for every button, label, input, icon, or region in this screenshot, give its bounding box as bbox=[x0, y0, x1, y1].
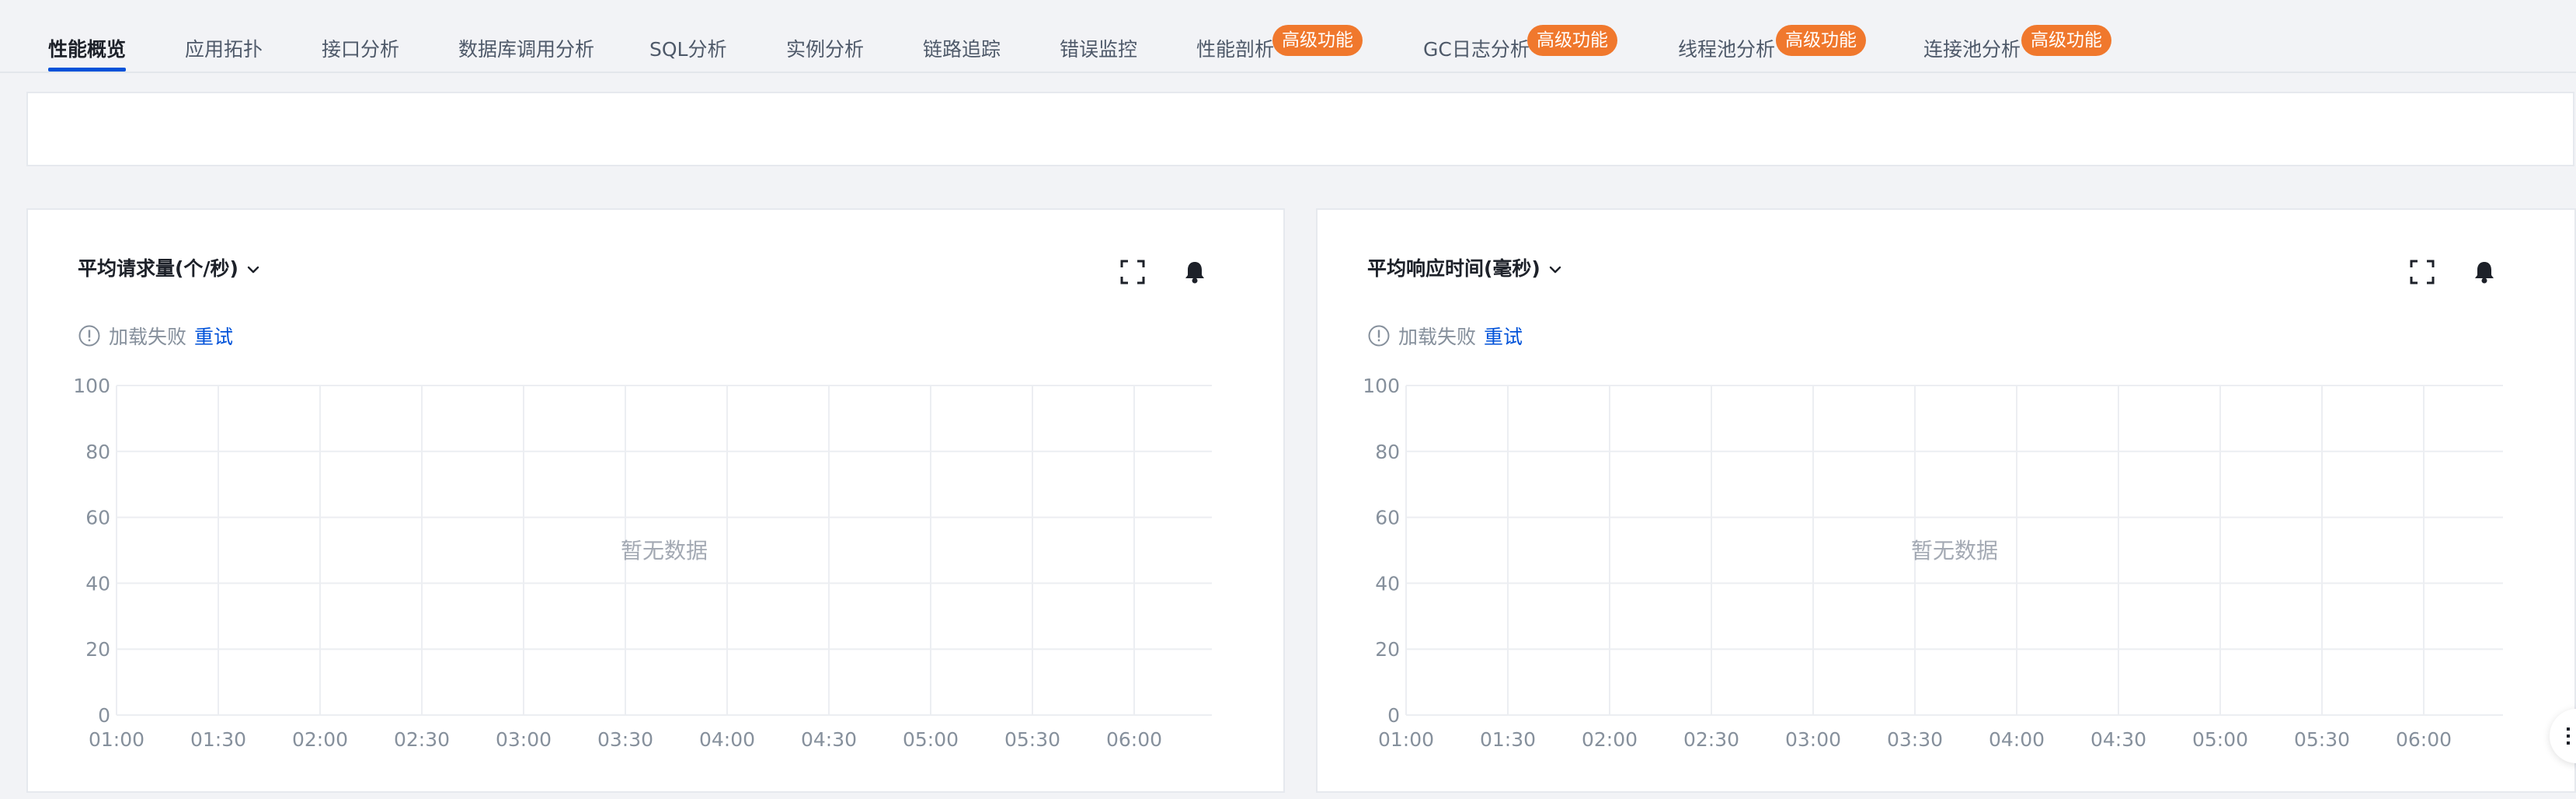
tab-connection-pool-analysis[interactable]: 连接池分析 bbox=[1923, 34, 2021, 65]
chevron-down-icon bbox=[246, 259, 260, 281]
tab-instance-analysis[interactable]: 实例分析 bbox=[786, 34, 864, 65]
x-tick-label: 06:00 bbox=[2396, 728, 2452, 751]
y-tick-label: 20 bbox=[1375, 638, 1400, 661]
x-tick-label: 01:00 bbox=[1378, 728, 1434, 751]
x-tick-label: 06:00 bbox=[1106, 728, 1162, 751]
request-rate-chart: 0 20 40 60 80 100 01:00 01:30 02:00 02:30 03:00 03:… bbox=[73, 375, 1212, 751]
x-tick-label: 05:00 bbox=[903, 728, 959, 751]
premium-badge: 高级功能 bbox=[1527, 25, 1617, 56]
y-tick-label: 60 bbox=[85, 507, 110, 529]
x-tick-label: 02:00 bbox=[1582, 728, 1638, 751]
x-tick-label: 04:30 bbox=[801, 728, 857, 751]
bell-icon bbox=[1185, 262, 1204, 284]
empty-state-text: 暂无数据 bbox=[1911, 538, 1998, 563]
x-tick-label: 02:30 bbox=[394, 728, 450, 751]
fullscreen-button[interactable] bbox=[2407, 256, 2438, 288]
chart-title-dropdown[interactable]: 平均请求量(个/秒) bbox=[78, 253, 260, 281]
tab-sql-analysis[interactable]: SQL分析 bbox=[649, 34, 726, 65]
x-tick-label: 05:30 bbox=[2294, 728, 2350, 751]
tab-bar: 性能概览 应用拓扑 接口分析 数据库调用分析 SQL分析 实例分析 链路追踪 错… bbox=[0, 0, 2576, 73]
info-circle-icon bbox=[1367, 324, 1391, 352]
x-tick-label: 01:00 bbox=[89, 728, 144, 751]
tab-interface-analysis[interactable]: 接口分析 bbox=[322, 34, 399, 65]
x-tick-label: 01:30 bbox=[1480, 728, 1536, 751]
x-tick-label: 01:30 bbox=[190, 728, 246, 751]
y-tick-label: 60 bbox=[1375, 507, 1400, 529]
chart-title: 平均响应时间(毫秒) bbox=[1367, 257, 1540, 280]
x-tick-label: 04:00 bbox=[699, 728, 755, 751]
bell-icon bbox=[2475, 262, 2494, 284]
retry-link[interactable]: 重试 bbox=[194, 326, 233, 348]
retry-link[interactable]: 重试 bbox=[1484, 326, 1523, 348]
floating-tool-button[interactable] bbox=[2550, 709, 2576, 763]
premium-badge: 高级功能 bbox=[1776, 25, 1866, 56]
fullscreen-icon bbox=[1120, 260, 1145, 284]
x-tick-label: 04:00 bbox=[1989, 728, 2045, 751]
premium-badge: 高级功能 bbox=[2021, 25, 2111, 56]
x-tick-label: 03:30 bbox=[597, 728, 653, 751]
chevron-down-icon bbox=[1548, 259, 1562, 281]
tab-trace[interactable]: 链路追踪 bbox=[923, 34, 1001, 65]
tab-database-call-analysis[interactable]: 数据库调用分析 bbox=[458, 34, 594, 65]
tab-error-monitor[interactable]: 错误监控 bbox=[1060, 34, 1137, 65]
tab-app-topology[interactable]: 应用拓扑 bbox=[185, 34, 263, 65]
x-tick-label: 02:00 bbox=[292, 728, 348, 751]
info-circle-icon bbox=[78, 324, 101, 352]
y-tick-label: 80 bbox=[1375, 441, 1400, 463]
tab-performance-overview[interactable]: 性能概览 bbox=[48, 34, 127, 72]
y-tick-label: 40 bbox=[1375, 572, 1400, 595]
x-tick-label: 03:00 bbox=[1785, 728, 1841, 751]
response-time-chart: 0 20 40 60 80 100 01:00 01:30 02:00 02:30 03:00 03:… bbox=[1363, 375, 2503, 751]
load-error-text: 加载失败 bbox=[109, 326, 187, 348]
y-tick-label: 0 bbox=[1387, 704, 1400, 727]
filter-panel bbox=[26, 92, 2574, 166]
y-tick-label: 100 bbox=[1363, 375, 1400, 397]
load-error-row: 加载失败 重试 bbox=[1367, 322, 1523, 352]
x-tick-label: 03:30 bbox=[1887, 728, 1943, 751]
x-tick-label: 04:30 bbox=[2090, 728, 2146, 751]
y-tick-label: 80 bbox=[85, 441, 110, 463]
fullscreen-button[interactable] bbox=[1117, 256, 1148, 288]
premium-badge: 高级功能 bbox=[1272, 25, 1363, 56]
chart-title-dropdown[interactable]: 平均响应时间(毫秒) bbox=[1367, 253, 1562, 281]
x-tick-label: 02:30 bbox=[1683, 728, 1739, 751]
x-tick-label: 05:30 bbox=[1004, 728, 1060, 751]
x-tick-label: 05:00 bbox=[2192, 728, 2248, 751]
tab-thread-pool-analysis[interactable]: 线程池分析 bbox=[1678, 34, 1775, 65]
tab-gc-log-analysis[interactable]: GC日志分析 bbox=[1423, 34, 1530, 65]
empty-state-text: 暂无数据 bbox=[621, 538, 708, 563]
y-tick-label: 20 bbox=[85, 638, 110, 661]
menu-icon bbox=[2567, 727, 2570, 745]
chart-title: 平均请求量(个/秒) bbox=[78, 257, 238, 280]
fullscreen-icon bbox=[2410, 260, 2435, 284]
y-tick-label: 0 bbox=[98, 704, 110, 727]
alarm-button[interactable] bbox=[2469, 256, 2500, 288]
load-error-text: 加载失败 bbox=[1398, 326, 1477, 348]
y-tick-label: 40 bbox=[85, 572, 110, 595]
x-tick-label: 03:00 bbox=[496, 728, 552, 751]
load-error-row: 加载失败 重试 bbox=[78, 322, 233, 352]
alarm-button[interactable] bbox=[1179, 256, 1210, 288]
y-tick-label: 100 bbox=[73, 375, 110, 397]
tab-profiling[interactable]: 性能剖析 bbox=[1196, 34, 1274, 65]
